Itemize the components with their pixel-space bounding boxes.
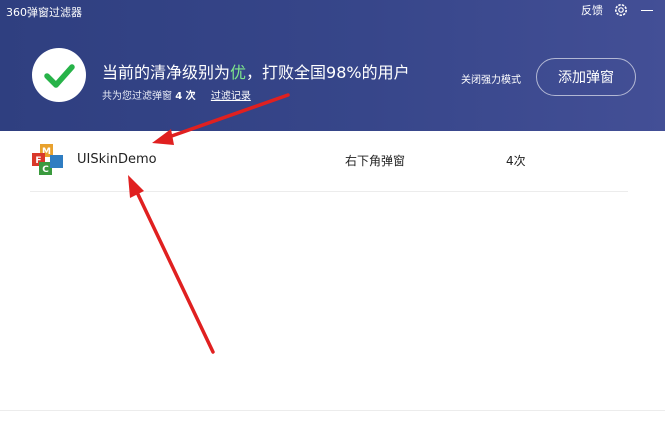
- headline-suffix: ，打败全国98%的用户: [246, 63, 410, 82]
- add-popup-button[interactable]: 添加弹窗: [536, 58, 636, 96]
- filter-summary: 共为您过滤弹窗 4 次 过滤记录: [102, 87, 251, 102]
- bottom-divider: [0, 410, 665, 411]
- svg-text:C: C: [42, 165, 49, 175]
- status-headline: 当前的清净级别为优，打败全国98%的用户: [102, 59, 410, 83]
- row-popup-type: 右下角弹窗: [345, 154, 406, 168]
- strong-mode-toggle[interactable]: 关闭强力模式: [461, 71, 521, 86]
- minimize-icon[interactable]: [639, 2, 655, 18]
- annotation-arrow-lower: [133, 186, 215, 354]
- cleanliness-level: 优: [230, 63, 247, 82]
- filter-summary-label: 共为您过滤弹窗: [102, 91, 172, 102]
- app-title: 360弹窗过滤器: [6, 6, 82, 19]
- row-app-name: UISkinDemo: [77, 152, 157, 167]
- check-icon: [44, 64, 75, 88]
- title-bar-controls: 反馈: [581, 0, 665, 20]
- feedback-link[interactable]: 反馈: [581, 2, 603, 18]
- list-item[interactable]: M F C UISkinDemo 右下角弹窗 4次: [30, 131, 628, 192]
- filter-history-link[interactable]: 过滤记录: [211, 91, 251, 102]
- filtered-count: 4 次: [175, 91, 196, 102]
- headline-prefix: 当前的清净级别为: [102, 63, 231, 82]
- row-filter-count: 4次: [506, 154, 526, 168]
- header-panel: 360弹窗过滤器 反馈 当前的清净级别为优，打败全国98%的用户 共为您过滤弹窗…: [0, 0, 665, 131]
- mfc-app-icon: M F C: [32, 144, 63, 175]
- gear-icon[interactable]: [613, 2, 629, 18]
- status-check-badge: [32, 48, 86, 102]
